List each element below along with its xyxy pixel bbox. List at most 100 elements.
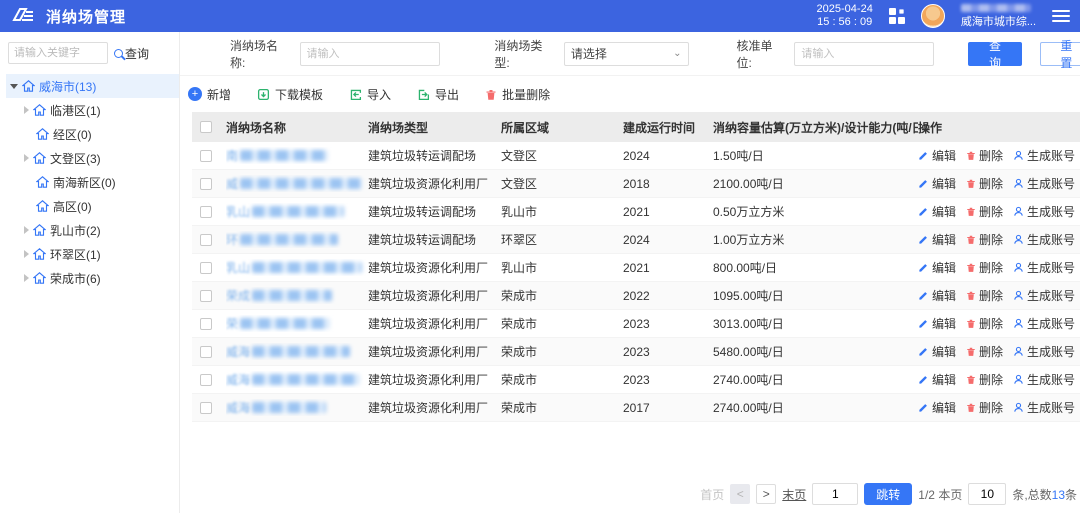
delete-button[interactable]: 删除 xyxy=(966,287,1003,304)
tree-node-label: 荣成市(6) xyxy=(50,270,101,287)
edit-button[interactable]: 编辑 xyxy=(918,203,956,220)
apps-grid-icon[interactable] xyxy=(889,8,905,24)
import-icon xyxy=(349,88,362,101)
user-info[interactable]: 威海市城市综... xyxy=(961,4,1036,28)
tree-node-rushan[interactable]: 乳山市(2) xyxy=(6,218,179,242)
first-page-button[interactable]: 首页 xyxy=(700,486,724,503)
generate-account-button[interactable]: 生成账号 xyxy=(1013,203,1075,220)
delete-button[interactable]: 删除 xyxy=(966,259,1003,276)
edit-button[interactable]: 编辑 xyxy=(918,287,956,304)
page-size-input[interactable] xyxy=(968,483,1006,505)
page-number-input[interactable] xyxy=(812,483,858,505)
edit-button[interactable]: 编辑 xyxy=(918,343,956,360)
edit-button[interactable]: 编辑 xyxy=(918,259,956,276)
tree-node-rongcheng[interactable]: 荣成市(6) xyxy=(6,266,179,290)
generate-account-button[interactable]: 生成账号 xyxy=(1013,315,1075,332)
delete-button[interactable]: 删除 xyxy=(966,175,1003,192)
delete-button[interactable]: 删除 xyxy=(966,231,1003,248)
caret-collapsed-icon[interactable] xyxy=(24,274,29,282)
row-checkbox[interactable] xyxy=(200,318,212,330)
generate-account-button[interactable]: 生成账号 xyxy=(1013,343,1075,360)
edit-button[interactable]: 编辑 xyxy=(918,175,956,192)
edit-button[interactable]: 编辑 xyxy=(918,231,956,248)
house-icon xyxy=(33,224,46,236)
prev-page-button[interactable]: < xyxy=(730,484,750,504)
edit-button[interactable]: 编辑 xyxy=(918,315,956,332)
site-name-link[interactable]: 乳山 xyxy=(226,203,362,220)
site-name-link[interactable]: 荣 xyxy=(226,315,362,332)
site-type-select[interactable]: 请选择 ⌄ xyxy=(564,42,689,66)
generate-account-button[interactable]: 生成账号 xyxy=(1013,371,1075,388)
export-button[interactable]: 导出 xyxy=(417,86,459,103)
site-name-link[interactable]: 环 xyxy=(226,231,362,248)
add-button[interactable]: + 新增 xyxy=(188,86,231,103)
sidebar-search-button[interactable]: 查询 xyxy=(114,45,149,62)
table-row: 威 建筑垃圾资源化利用厂 文登区 2018 2100.00吨/日 编辑 删除 生 xyxy=(192,170,1080,198)
generate-account-button[interactable]: 生成账号 xyxy=(1013,175,1075,192)
next-page-button[interactable]: > xyxy=(756,484,776,504)
site-name-link[interactable]: 威 xyxy=(226,175,362,192)
generate-account-button[interactable]: 生成账号 xyxy=(1013,259,1075,276)
delete-button[interactable]: 删除 xyxy=(966,203,1003,220)
site-name-redacted-bar xyxy=(240,318,330,329)
row-checkbox[interactable] xyxy=(200,234,212,246)
tree-node-huancui[interactable]: 环翠区(1) xyxy=(6,242,179,266)
delete-button[interactable]: 删除 xyxy=(966,343,1003,360)
edit-button[interactable]: 编辑 xyxy=(918,371,956,388)
caret-collapsed-icon[interactable] xyxy=(24,154,29,162)
tree-node-wendeng[interactable]: 文登区(3) xyxy=(6,146,179,170)
year-cell: 2017 xyxy=(623,401,713,415)
generate-account-button[interactable]: 生成账号 xyxy=(1013,399,1075,416)
jump-button[interactable]: 跳转 xyxy=(864,483,912,505)
import-button[interactable]: 导入 xyxy=(349,86,391,103)
trash-icon xyxy=(966,290,976,301)
reset-button[interactable]: 重置 xyxy=(1040,42,1080,66)
row-checkbox[interactable] xyxy=(200,402,212,414)
caret-collapsed-icon[interactable] xyxy=(24,226,29,234)
tree-node-nanhai[interactable]: 南海新区(0) xyxy=(6,170,179,194)
tree-node-jingqu[interactable]: 经区(0) xyxy=(6,122,179,146)
menu-icon[interactable] xyxy=(1052,10,1070,22)
generate-account-button[interactable]: 生成账号 xyxy=(1013,231,1075,248)
delete-button[interactable]: 删除 xyxy=(966,315,1003,332)
edit-button[interactable]: 编辑 xyxy=(918,147,956,164)
site-name-link[interactable]: 南 xyxy=(226,147,362,164)
delete-button[interactable]: 删除 xyxy=(966,399,1003,416)
plus-circle-icon: + xyxy=(188,87,202,101)
sidebar-search-input[interactable] xyxy=(8,42,108,64)
tree-node-weihai[interactable]: 威海市(13) xyxy=(6,74,179,98)
table-row: 荣 建筑垃圾资源化利用厂 荣成市 2023 3013.00吨/日 编辑 删除 生 xyxy=(192,310,1080,338)
download-template-button[interactable]: 下载模板 xyxy=(257,86,323,103)
row-checkbox[interactable] xyxy=(200,290,212,302)
caret-collapsed-icon[interactable] xyxy=(24,250,29,258)
site-name-link[interactable]: 威海 xyxy=(226,399,362,416)
site-name-link[interactable]: 威海 xyxy=(226,343,362,360)
last-page-button[interactable]: 末页 xyxy=(782,486,806,503)
pencil-icon xyxy=(918,346,929,357)
site-name-input[interactable] xyxy=(300,42,440,66)
delete-button[interactable]: 删除 xyxy=(966,147,1003,164)
row-checkbox[interactable] xyxy=(200,178,212,190)
row-checkbox[interactable] xyxy=(200,346,212,358)
site-name-link[interactable]: 乳山 xyxy=(226,259,362,276)
row-checkbox[interactable] xyxy=(200,262,212,274)
site-name-link[interactable]: 威海 xyxy=(226,371,362,388)
row-checkbox[interactable] xyxy=(200,206,212,218)
select-all-checkbox[interactable] xyxy=(200,121,212,133)
caret-collapsed-icon[interactable] xyxy=(24,106,29,114)
generate-account-button[interactable]: 生成账号 xyxy=(1013,147,1075,164)
batch-delete-button[interactable]: 批量删除 xyxy=(485,86,550,103)
search-button[interactable]: 查询 xyxy=(968,42,1021,66)
tree-node-gaoqu[interactable]: 高区(0) xyxy=(6,194,179,218)
row-checkbox[interactable] xyxy=(200,150,212,162)
row-checkbox[interactable] xyxy=(200,374,212,386)
generate-account-button[interactable]: 生成账号 xyxy=(1013,287,1075,304)
approve-unit-input[interactable] xyxy=(794,42,934,66)
site-name-link[interactable]: 荣成 xyxy=(226,287,362,304)
user-avatar[interactable] xyxy=(921,4,945,28)
delete-button[interactable]: 删除 xyxy=(966,371,1003,388)
trash-icon xyxy=(966,374,976,385)
edit-button[interactable]: 编辑 xyxy=(918,399,956,416)
tree-node-lingang[interactable]: 临港区(1) xyxy=(6,98,179,122)
caret-expanded-icon[interactable] xyxy=(10,84,18,89)
